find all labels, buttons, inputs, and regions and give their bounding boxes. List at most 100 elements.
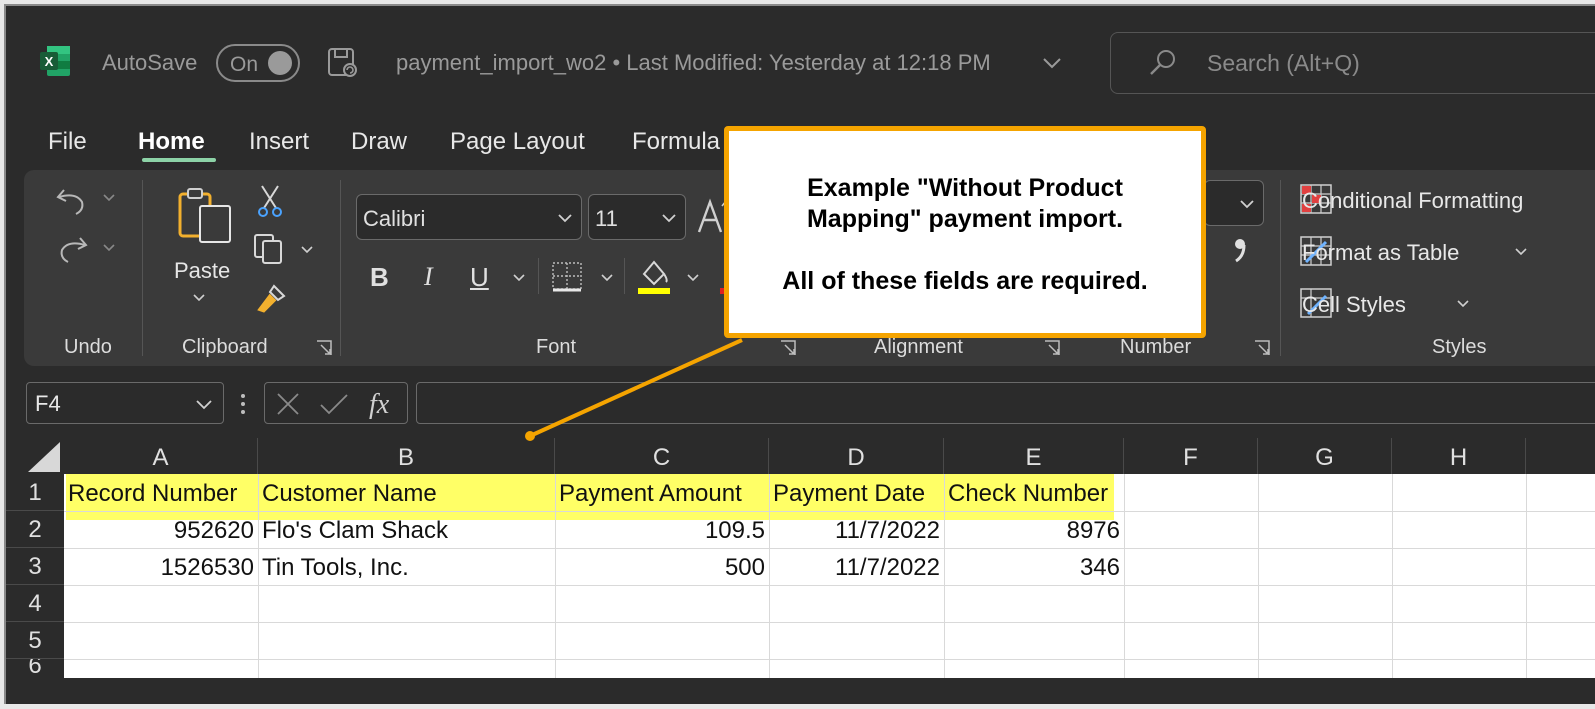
row-header-5[interactable]: 5 [6, 622, 64, 659]
paste-icon[interactable] [174, 186, 236, 244]
underline-button[interactable]: U [470, 262, 489, 293]
ribbon-separator [142, 180, 143, 356]
group-label-styles: Styles [1432, 336, 1487, 358]
svg-text:X: X [45, 54, 54, 69]
formula-buttons: fx [264, 382, 408, 424]
column-header-a[interactable]: A [64, 438, 258, 474]
ribbon-separator [538, 258, 539, 294]
fill-color-icon[interactable] [636, 256, 672, 296]
cancel-icon[interactable] [275, 391, 301, 417]
paste-dropdown-icon[interactable] [192, 292, 206, 304]
paste-label[interactable]: Paste [174, 258, 230, 284]
redo-dropdown-icon[interactable] [102, 242, 116, 254]
group-label-font: Font [536, 336, 577, 358]
cell-c1[interactable]: Payment Amount [555, 474, 769, 511]
undo-dropdown-icon[interactable] [102, 192, 116, 204]
more-options-icon[interactable] [238, 392, 248, 416]
column-header-d[interactable]: D [769, 438, 944, 474]
cell-d1[interactable]: Payment Date [769, 474, 944, 511]
chevron-down-icon [662, 214, 676, 223]
column-header-b[interactable]: B [258, 438, 555, 474]
gridline [1526, 474, 1527, 678]
autosave-state: On [230, 53, 259, 76]
format-painter-icon[interactable] [254, 282, 288, 316]
select-all-button[interactable] [6, 438, 64, 474]
group-label-alignment: Alignment [874, 336, 963, 358]
tab-page-layout[interactable]: Page Layout [450, 128, 585, 156]
conditional-formatting-button[interactable]: Conditional Formatting [1302, 188, 1523, 214]
row-header-4[interactable]: 4 [6, 585, 64, 622]
column-header-c[interactable]: C [555, 438, 769, 474]
tab-home[interactable]: Home [138, 128, 205, 156]
formula-input[interactable] [416, 382, 1595, 424]
cell-a2[interactable]: 952620 [64, 511, 258, 548]
number-launcher-icon[interactable] [1254, 340, 1270, 356]
undo-icon[interactable] [54, 184, 90, 218]
search-input[interactable]: Search (Alt+Q) [1110, 32, 1595, 94]
autosave-toggle[interactable]: On [216, 44, 300, 82]
enter-check-icon[interactable] [319, 391, 349, 417]
column-header-h[interactable]: H [1392, 438, 1526, 474]
copy-dropdown-icon[interactable] [300, 244, 314, 256]
number-format-combo[interactable] [1204, 180, 1264, 226]
chevron-down-icon [1240, 200, 1254, 209]
tab-insert[interactable]: Insert [249, 128, 309, 156]
copy-icon[interactable] [252, 232, 288, 266]
italic-button[interactable]: I [424, 262, 433, 292]
gridline [64, 622, 1595, 623]
sheet-tab-bar [6, 678, 1595, 704]
cell-area[interactable]: Record Number Customer Name Payment Amou… [64, 474, 1595, 678]
tab-draw[interactable]: Draw [351, 128, 407, 156]
tab-file[interactable]: File [48, 128, 87, 156]
cell-a1[interactable]: Record Number [64, 474, 258, 511]
group-label-number: Number [1120, 336, 1192, 358]
cell-c2[interactable]: 109.5 [555, 511, 769, 548]
tab-formulas[interactable]: Formula [632, 128, 720, 156]
format-as-table-dropdown-icon[interactable] [1514, 246, 1528, 258]
alignment-launcher-icon[interactable] [1044, 340, 1060, 356]
column-header-f[interactable]: F [1124, 438, 1258, 474]
name-box-value: F4 [35, 391, 61, 416]
cell-e3[interactable]: 346 [944, 548, 1124, 585]
cell-styles-dropdown-icon[interactable] [1456, 298, 1470, 310]
column-header-e[interactable]: E [944, 438, 1124, 474]
file-title[interactable]: payment_import_wo2 • Last Modified: Yest… [396, 50, 991, 76]
format-as-table-button[interactable]: Format as Table [1302, 240, 1459, 266]
row-header-1[interactable]: 1 [6, 474, 64, 511]
chevron-down-icon[interactable] [1041, 52, 1063, 74]
cell-e2[interactable]: 8976 [944, 511, 1124, 548]
cell-c3[interactable]: 500 [555, 548, 769, 585]
cell-b3[interactable]: Tin Tools, Inc. [258, 548, 555, 585]
svg-text:fx: fx [369, 389, 390, 420]
cut-icon[interactable] [256, 184, 284, 218]
row-header-6[interactable]: 6 [6, 659, 64, 679]
comma-style-icon[interactable] [1232, 236, 1248, 264]
name-box[interactable]: F4 [26, 382, 224, 424]
group-label-clipboard: Clipboard [182, 336, 268, 358]
borders-dropdown-icon[interactable] [600, 272, 614, 284]
gridline [1258, 474, 1259, 678]
font-name-combo[interactable]: Calibri [356, 194, 582, 240]
cell-a3[interactable]: 1526530 [64, 548, 258, 585]
cell-b1[interactable]: Customer Name [258, 474, 555, 511]
fill-color-dropdown-icon[interactable] [686, 272, 700, 284]
cell-e1[interactable]: Check Number [944, 474, 1124, 511]
redo-icon[interactable] [54, 232, 90, 266]
row-header-3[interactable]: 3 [6, 548, 64, 585]
cell-d2[interactable]: 11/7/2022 [769, 511, 944, 548]
font-size-combo[interactable]: 11 [588, 194, 686, 240]
underline-dropdown-icon[interactable] [512, 272, 526, 284]
clipboard-launcher-icon[interactable] [316, 340, 332, 356]
column-header-g[interactable]: G [1258, 438, 1392, 474]
cell-d3[interactable]: 11/7/2022 [769, 548, 944, 585]
cell-styles-button[interactable]: Cell Styles [1302, 292, 1406, 318]
borders-icon[interactable] [550, 260, 584, 294]
bold-button[interactable]: B [370, 262, 389, 293]
ribbon-separator [624, 258, 625, 294]
cell-b2[interactable]: Flo's Clam Shack [258, 511, 555, 548]
row-header-2[interactable]: 2 [6, 511, 64, 548]
insert-function-icon[interactable]: fx [365, 387, 399, 421]
font-launcher-icon[interactable] [780, 340, 796, 356]
save-icon[interactable] [326, 46, 360, 80]
chevron-down-icon[interactable] [195, 396, 213, 412]
